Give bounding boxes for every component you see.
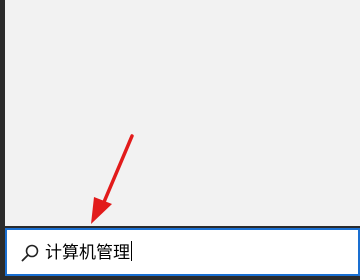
screenshot-frame: 计算机管理 (0, 0, 360, 280)
search-query-text: 计算机管理 (45, 243, 130, 263)
taskbar-search-box[interactable]: 计算机管理 (5, 228, 360, 276)
text-caret (131, 241, 132, 261)
start-menu-panel (5, 0, 360, 226)
search-icon (21, 244, 39, 262)
search-input[interactable]: 计算机管理 (45, 239, 345, 267)
